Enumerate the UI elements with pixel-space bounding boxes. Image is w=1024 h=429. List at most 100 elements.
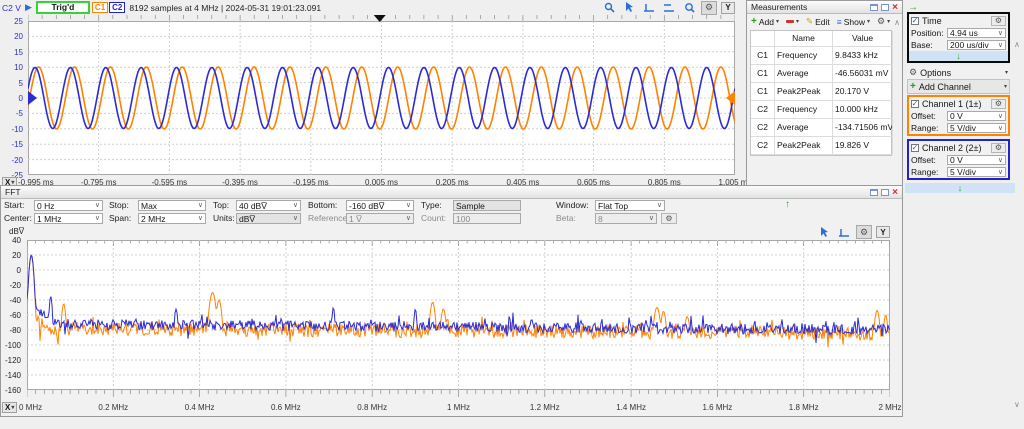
- channel2-checkbox[interactable]: ✓: [911, 144, 919, 152]
- waveforms-app: { "icons": { "play": "▶", "chevron_down"…: [0, 0, 1024, 429]
- table-scroll-up-icon[interactable]: ∧: [894, 18, 900, 27]
- plus-icon: +: [910, 81, 916, 92]
- fft-plot[interactable]: [27, 240, 890, 400]
- chevron-down-icon: ∨: [998, 157, 1003, 164]
- meas-channel[interactable]: C1: [751, 65, 775, 83]
- channel1-range-select[interactable]: 5 V/div ∨: [947, 123, 1006, 133]
- fft-top-select[interactable]: 40 dBV̅∨: [236, 200, 301, 211]
- fft-x-axis-button[interactable]: X▾: [2, 402, 17, 413]
- fft-y-tick: -20: [9, 281, 21, 290]
- cursor-icon[interactable]: [816, 225, 832, 239]
- maximize-icon[interactable]: [881, 189, 889, 196]
- measure-x-icon[interactable]: [641, 1, 657, 15]
- fft-titlebar[interactable]: FFT ×: [1, 186, 902, 199]
- trigger-status-badge: Trig'd: [36, 1, 90, 14]
- fft-span-select[interactable]: 2 MHz∨: [138, 213, 206, 224]
- fft-bottom-select[interactable]: -160 dBV̅∨: [346, 200, 414, 211]
- edit-measurement-button[interactable]: ✎ Edit: [804, 16, 832, 27]
- restore-icon[interactable]: [870, 4, 878, 11]
- fft-y-tick: 0: [17, 266, 21, 275]
- time-checkbox[interactable]: ✓: [911, 17, 919, 25]
- fft-window-gear-button[interactable]: ⚙: [661, 213, 677, 224]
- meas-name[interactable]: Frequency: [775, 47, 833, 65]
- fft-y-tick: -120: [5, 356, 21, 365]
- scope-plot[interactable]: [28, 15, 735, 176]
- measure-icon[interactable]: [836, 225, 852, 239]
- channel2-offset-select[interactable]: 0 V ∨: [947, 155, 1006, 165]
- fft-window-select[interactable]: Flat Top∨: [595, 200, 665, 211]
- fft-start-select[interactable]: 0 Hz∨: [34, 200, 103, 211]
- channel2-gear-icon[interactable]: ⚙: [991, 143, 1006, 153]
- panel-scroll-up-icon[interactable]: ∧: [1014, 40, 1020, 49]
- acquisition-status-text: 8192 samples at 4 MHz | 2024-05-31 19:01…: [129, 3, 321, 13]
- add-channel-button[interactable]: + Add Channel ▾: [907, 79, 1010, 94]
- fft-x-tick: 1.6 MHz: [702, 403, 732, 412]
- fft-center-select[interactable]: 1 MHz∨: [34, 213, 103, 224]
- fft-stop-select[interactable]: Max∨: [138, 200, 206, 211]
- gear-icon: ⚙: [909, 67, 917, 78]
- fft-gear-icon[interactable]: ⚙: [856, 225, 872, 239]
- fft-y-tick: -100: [5, 341, 21, 350]
- meas-name[interactable]: Peak2Peak: [775, 137, 833, 155]
- time-expand-strip[interactable]: ↓: [909, 51, 1008, 61]
- show-menu-button[interactable]: ≡ Show ▾: [835, 17, 872, 27]
- right-control-panel: → ✓ Time ⚙ Position: 4.94 us ∨ Base: 200…: [905, 0, 1024, 429]
- channel2-range-select[interactable]: 5 V/div ∨: [947, 167, 1006, 177]
- measurements-toolbar: + Add ▾ ▾ ✎ Edit ≡ Show ▾ ⚙ ▾: [747, 14, 902, 29]
- meas-channel[interactable]: C1: [751, 47, 775, 65]
- tab-channel1[interactable]: C1: [92, 2, 108, 13]
- panel-scroll-down-icon[interactable]: ∨: [1014, 400, 1020, 409]
- time-base-row: Base: 200 us/div ∨: [909, 39, 1008, 51]
- meas-channel[interactable]: C2: [751, 101, 775, 119]
- close-icon[interactable]: ×: [892, 188, 898, 197]
- fft-x-tick: 2 MHz: [878, 403, 901, 412]
- meas-name[interactable]: Frequency: [775, 101, 833, 119]
- meas-name[interactable]: Peak2Peak: [775, 83, 833, 101]
- measure-y-icon[interactable]: [661, 1, 677, 15]
- plus-icon: +: [751, 16, 757, 27]
- zoom-in-icon[interactable]: [601, 1, 617, 15]
- restore-icon[interactable]: [870, 189, 878, 196]
- channel1-offset-select[interactable]: 0 V ∨: [947, 111, 1006, 121]
- zoom-fit-icon[interactable]: [681, 1, 697, 15]
- channel1-section: ✓ Channel 1 (1±) ⚙ Offset: 0 V ∨ Range: …: [907, 95, 1010, 136]
- time-base-select[interactable]: 200 us/div ∨: [947, 40, 1006, 50]
- channel1-checkbox[interactable]: ✓: [911, 100, 919, 108]
- fft-reference-field: 1 V̅∨: [346, 213, 414, 224]
- fft-type-select[interactable]: Sample: [453, 200, 521, 211]
- chevron-down-icon: ▾: [867, 18, 870, 25]
- fft-beta-label: Beta:: [556, 213, 576, 224]
- channel1-gear-icon[interactable]: ⚙: [991, 99, 1006, 109]
- scope-gear-icon[interactable]: ⚙: [701, 1, 717, 15]
- time-section-header[interactable]: ✓ Time ⚙: [909, 14, 1008, 27]
- fft-expand-up-icon[interactable]: ↑: [785, 199, 790, 210]
- meas-value: 9.8433 kHz: [833, 47, 893, 65]
- time-gear-icon[interactable]: ⚙: [991, 16, 1006, 26]
- maximize-icon[interactable]: [881, 4, 889, 11]
- measurements-titlebar[interactable]: Measurements ×: [747, 1, 902, 14]
- meas-channel[interactable]: C2: [751, 119, 775, 137]
- panel-expand-strip[interactable]: ↓: [905, 183, 1015, 193]
- add-measurement-button[interactable]: + Add ▾: [749, 16, 781, 27]
- minus-icon: [786, 20, 794, 23]
- fft-span-label: Span:: [109, 213, 131, 224]
- fft-y-axis-button[interactable]: Y: [876, 226, 890, 238]
- fft-window-label: Window:: [556, 200, 589, 211]
- close-icon[interactable]: ×: [892, 3, 898, 12]
- remove-measurement-button[interactable]: ▾: [784, 18, 801, 25]
- meas-name[interactable]: Average: [775, 65, 833, 83]
- fft-units-select[interactable]: dBV̅∨: [236, 213, 301, 224]
- scope-y-axis-button[interactable]: Y: [721, 2, 735, 14]
- tab-channel2[interactable]: C2: [109, 2, 125, 13]
- time-position-select[interactable]: 4.94 us ∨: [947, 28, 1006, 38]
- channel2-header[interactable]: ✓ Channel 2 (2±) ⚙: [909, 141, 1008, 154]
- options-row[interactable]: ⚙ Options ▾: [907, 66, 1010, 79]
- meas-name[interactable]: Average: [775, 119, 833, 137]
- measurements-gear-button[interactable]: ⚙ ▾: [875, 16, 892, 27]
- meas-channel[interactable]: C1: [751, 83, 775, 101]
- meas-channel[interactable]: C2: [751, 137, 775, 155]
- channel1-header[interactable]: ✓ Channel 1 (1±) ⚙: [909, 97, 1008, 110]
- measurements-table: Name Value C1 Frequency 9.8433 kHz C1 Av…: [750, 30, 892, 156]
- cursor-icon[interactable]: [621, 1, 637, 15]
- fft-plot-toolbar: ⚙ Y: [816, 225, 890, 239]
